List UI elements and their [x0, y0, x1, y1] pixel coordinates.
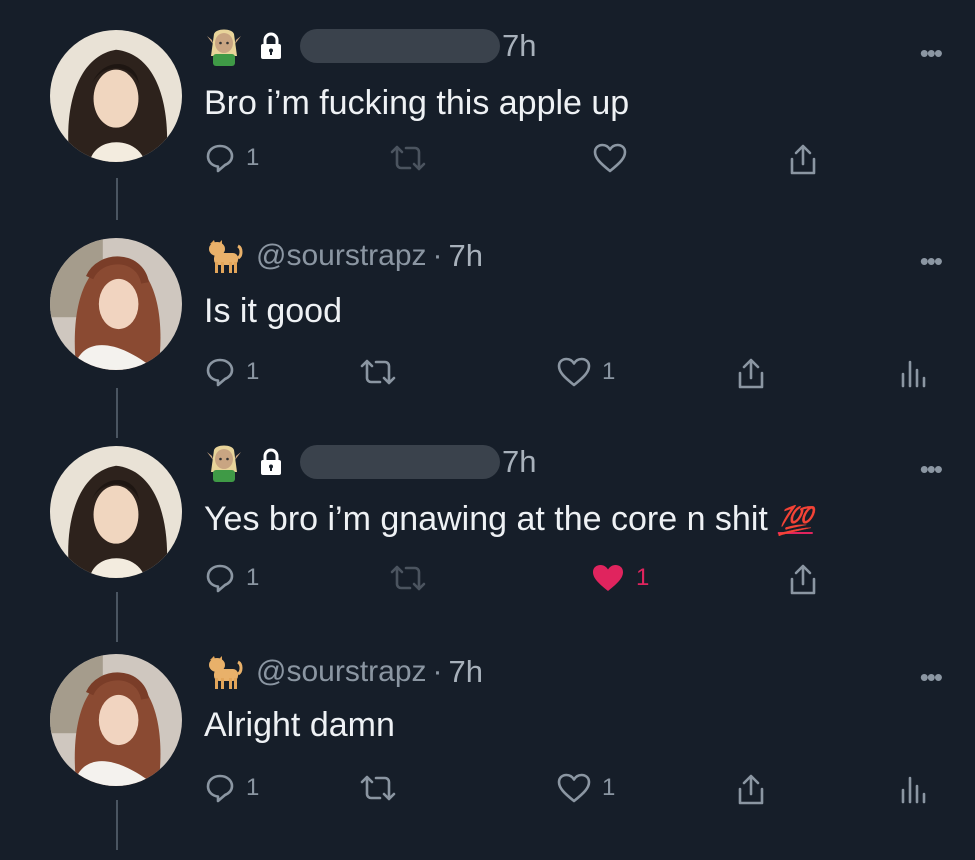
reply-count: 1	[246, 144, 260, 171]
retweet-icon	[360, 775, 396, 801]
reply-button[interactable]: 1	[204, 356, 259, 388]
tweet-text-body: Yes bro i’m gnawing at the core n shit	[204, 500, 768, 538]
retweet-icon	[360, 359, 396, 385]
like-button[interactable]: 1	[590, 562, 649, 594]
retweet-icon	[390, 145, 426, 171]
analytics-button[interactable]	[898, 772, 926, 804]
heart-filled-icon	[593, 565, 623, 591]
cat-emoji-icon	[204, 236, 244, 276]
user-handle[interactable]: @sourstrapz	[256, 239, 427, 273]
tweet-time: 7h	[502, 444, 537, 479]
retweet-button[interactable]	[358, 772, 398, 804]
tweet-time: 7h	[448, 654, 483, 689]
reply-button[interactable]: 1	[204, 142, 259, 174]
avatar[interactable]	[50, 238, 182, 370]
retweet-button[interactable]	[388, 142, 428, 174]
tweet-time: 7h	[502, 28, 537, 63]
like-count: 1	[602, 774, 616, 801]
share-button[interactable]	[734, 356, 768, 392]
reply-count: 1	[246, 358, 260, 385]
analytics-button[interactable]	[898, 356, 926, 388]
tweet-text: Yes bro i’m gnawing at the core n shit 💯	[204, 500, 813, 539]
share-button[interactable]	[786, 562, 820, 598]
retweet-icon	[390, 565, 426, 591]
share-button[interactable]	[734, 772, 768, 808]
heart-icon	[593, 143, 627, 173]
analytics-icon	[901, 360, 926, 388]
lock-icon	[256, 447, 286, 477]
reply-button[interactable]: 1	[204, 772, 259, 804]
more-options-button[interactable]: •••	[920, 40, 943, 66]
avatar[interactable]	[50, 654, 182, 786]
retweet-button[interactable]	[358, 356, 398, 388]
reply-icon	[206, 144, 234, 173]
tweet-text: Bro i’m fucking this apple up	[204, 84, 630, 122]
avatar-photo	[50, 654, 182, 786]
avatar[interactable]	[50, 446, 182, 578]
share-icon	[790, 564, 816, 595]
separator-dot: ·	[432, 239, 443, 272]
separator-dot: ·	[432, 655, 443, 688]
more-options-button[interactable]: •••	[920, 664, 943, 690]
analytics-icon	[901, 776, 926, 804]
elf-emoji-icon	[204, 26, 244, 66]
retweet-button[interactable]	[388, 562, 428, 594]
user-handle[interactable]: @sourstrapz	[256, 655, 427, 689]
reply-icon	[206, 774, 234, 803]
heart-icon	[557, 357, 591, 387]
like-count: 1	[636, 564, 650, 591]
cat-emoji-icon	[204, 652, 244, 692]
avatar-illustration	[50, 446, 182, 578]
tweet-time: 7h	[448, 238, 483, 273]
heart-icon	[557, 773, 591, 803]
share-icon	[738, 358, 764, 389]
lock-icon	[256, 31, 286, 61]
hundred-points-emoji: 💯	[777, 505, 813, 536]
reply-icon	[206, 358, 234, 387]
tweet-text: Is it good	[204, 292, 342, 330]
share-icon	[790, 144, 816, 175]
more-options-button[interactable]: •••	[920, 248, 943, 274]
tweet-text: Alright damn	[204, 706, 395, 744]
like-button[interactable]	[592, 142, 628, 174]
redacted-username	[300, 29, 500, 63]
more-options-button[interactable]: •••	[920, 456, 943, 482]
reply-count: 1	[246, 774, 260, 801]
elf-emoji-icon	[204, 442, 244, 482]
share-button[interactable]	[786, 142, 820, 178]
reply-count: 1	[246, 564, 260, 591]
like-button[interactable]: 1	[556, 772, 615, 804]
like-button[interactable]: 1	[556, 356, 615, 388]
redacted-username	[300, 445, 500, 479]
reply-button[interactable]: 1	[204, 562, 259, 594]
share-icon	[738, 774, 764, 805]
avatar-photo	[50, 238, 182, 370]
reply-icon	[206, 564, 234, 593]
like-count: 1	[602, 358, 616, 385]
